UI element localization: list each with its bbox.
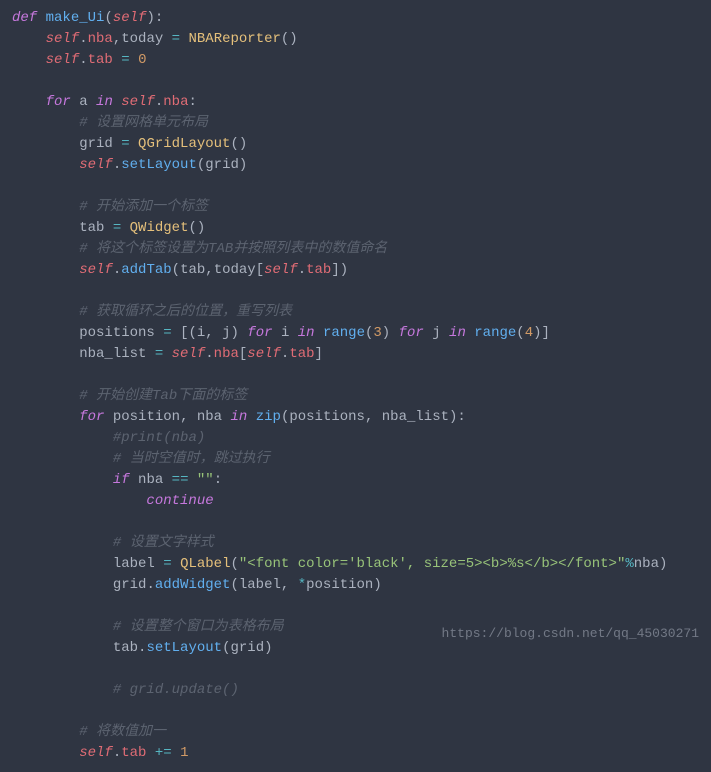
keyword-def: def [12,10,37,26]
comment: # 设置整个窗口为表格布局 [113,619,284,635]
comment: # 设置文字样式 [113,535,214,551]
code-block: def make_Ui(self): self.nba,today = NBAR… [0,0,711,772]
comment: # 将数值加一 [79,724,166,740]
function-name: make_Ui [46,10,105,26]
comment: #print(nba) [113,430,205,446]
comment: # 获取循环之后的位置，重写列表 [79,304,292,320]
watermark: https://blog.csdn.net/qq_45030271 [442,624,699,644]
comment: # 将这个标签设置为TAB并按照列表中的数值命名 [79,241,387,257]
comment: # 开始创建Tab下面的标签 [79,388,247,404]
comment: # grid.update() [113,682,239,698]
comment: # 当时空值时，跳过执行 [113,451,270,467]
comment: # 设置网格单元布局 [79,115,208,131]
comment: # 开始添加一个标签 [79,199,208,215]
